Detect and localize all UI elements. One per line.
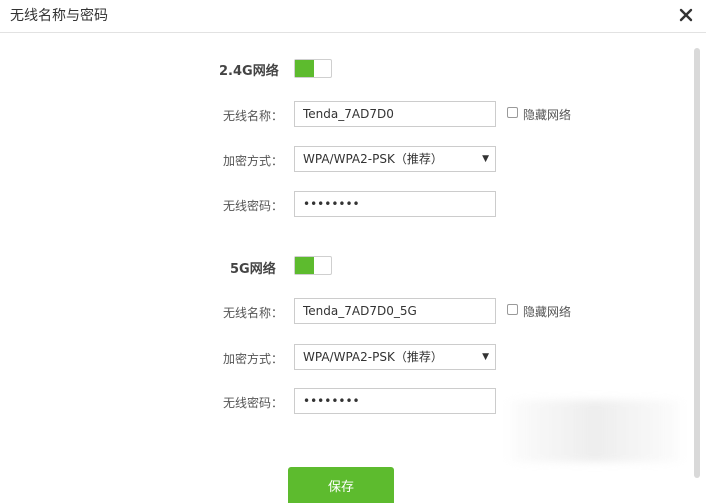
- hide-network-label-2g: 隐藏网络: [523, 108, 572, 122]
- toggle-2g-fill: [295, 60, 314, 77]
- password-label-2g: 无线密码：: [222, 199, 283, 213]
- password-label-5g: 无线密码：: [222, 396, 283, 410]
- password-input-5g[interactable]: [294, 388, 496, 414]
- toggle-2g[interactable]: [294, 59, 332, 78]
- scrollbar[interactable]: [694, 48, 700, 478]
- blurred-region: [510, 400, 680, 462]
- ssid-input-2g[interactable]: [294, 101, 496, 127]
- dialog-title: 无线名称与密码: [10, 8, 108, 24]
- chevron-down-icon: ▼: [482, 154, 489, 164]
- section-label-5g: 5G网络: [230, 262, 276, 277]
- encryption-value-2g: WPA/WPA2-PSK（推荐）: [303, 152, 443, 166]
- dialog-titlebar: 无线名称与密码: [0, 0, 706, 33]
- save-button[interactable]: 保存: [288, 467, 394, 503]
- section-label-2g: 2.4G网络: [219, 64, 279, 79]
- checkbox-box-5g[interactable]: [507, 304, 518, 315]
- encryption-select-2g[interactable]: WPA/WPA2-PSK（推荐） ▼: [294, 146, 496, 172]
- password-input-2g[interactable]: [294, 191, 496, 217]
- encryption-select-5g[interactable]: WPA/WPA2-PSK（推荐） ▼: [294, 344, 496, 370]
- encryption-label-2g: 加密方式：: [222, 154, 283, 168]
- ssid-input-5g[interactable]: [294, 298, 496, 324]
- chevron-down-icon: ▼: [482, 352, 489, 362]
- ssid-label-5g: 无线名称：: [222, 306, 283, 320]
- encryption-value-5g: WPA/WPA2-PSK（推荐）: [303, 350, 443, 364]
- ssid-label-2g: 无线名称：: [222, 109, 283, 123]
- toggle-5g[interactable]: [294, 256, 332, 275]
- encryption-label-5g: 加密方式：: [222, 352, 283, 366]
- checkbox-box-2g[interactable]: [507, 107, 518, 118]
- toggle-5g-fill: [295, 257, 314, 274]
- close-icon[interactable]: [676, 5, 696, 25]
- hide-network-label-5g: 隐藏网络: [523, 305, 572, 319]
